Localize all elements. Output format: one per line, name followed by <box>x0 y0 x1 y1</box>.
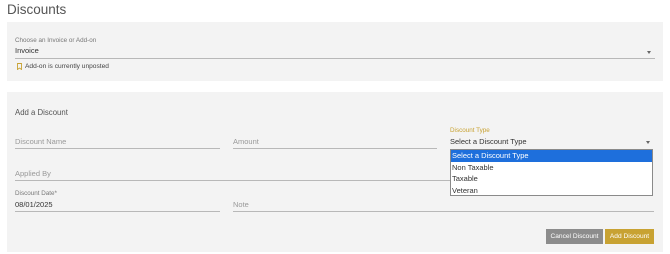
discount-date-value: 08/01/2025 <box>15 200 53 209</box>
discount-name-underline <box>15 148 220 149</box>
discount-date-underline <box>15 211 220 212</box>
discount-type-value: Select a Discount Type <box>450 137 527 146</box>
discount-date-label: Discount Date* <box>15 190 57 197</box>
discount-type-label: Discount Type <box>450 127 490 134</box>
unposted-notice: Add-on is currently unposted <box>17 62 109 71</box>
note-placeholder: Note <box>233 200 249 209</box>
discount-name-placeholder: Discount Name <box>15 137 67 146</box>
discount-type-option[interactable]: Non Taxable <box>451 162 652 174</box>
choose-invoice-underline <box>15 58 655 59</box>
applied-by-placeholder: Applied By <box>15 169 51 178</box>
add-discount-button[interactable]: Add Discount <box>605 229 654 244</box>
choose-invoice-value: Invoice <box>15 46 39 55</box>
amount-underline <box>233 148 437 149</box>
note-input[interactable]: Note <box>233 198 654 211</box>
discount-type-option[interactable]: Taxable <box>451 173 652 185</box>
note-underline <box>233 211 654 212</box>
caret-down-icon <box>646 141 650 144</box>
amount-placeholder: Amount <box>233 137 259 146</box>
discount-date-input[interactable]: 08/01/2025 <box>15 198 220 211</box>
unposted-notice-text: Add-on is currently unposted <box>25 63 109 70</box>
discount-type-option[interactable]: Select a Discount Type <box>451 150 652 162</box>
choose-invoice-label: Choose an Invoice or Add-on <box>15 37 97 44</box>
discount-type-option[interactable]: Veteran <box>451 185 652 197</box>
caret-down-icon <box>647 51 651 54</box>
applied-by-input[interactable]: Applied By <box>15 166 449 181</box>
choose-invoice-select[interactable]: Invoice <box>15 45 655 59</box>
applied-by-underline <box>15 180 450 181</box>
discount-type-select[interactable]: Select a Discount Type <box>450 135 654 148</box>
cancel-discount-button[interactable]: Cancel Discount <box>546 229 603 244</box>
add-discount-title: Add a Discount <box>15 108 68 117</box>
discount-type-dropdown: Select a Discount Type Non Taxable Taxab… <box>450 149 653 196</box>
page-title: Discounts <box>7 2 67 17</box>
discount-name-input[interactable]: Discount Name <box>15 134 220 149</box>
bookmark-icon <box>17 63 22 70</box>
amount-input[interactable]: Amount <box>233 134 437 149</box>
